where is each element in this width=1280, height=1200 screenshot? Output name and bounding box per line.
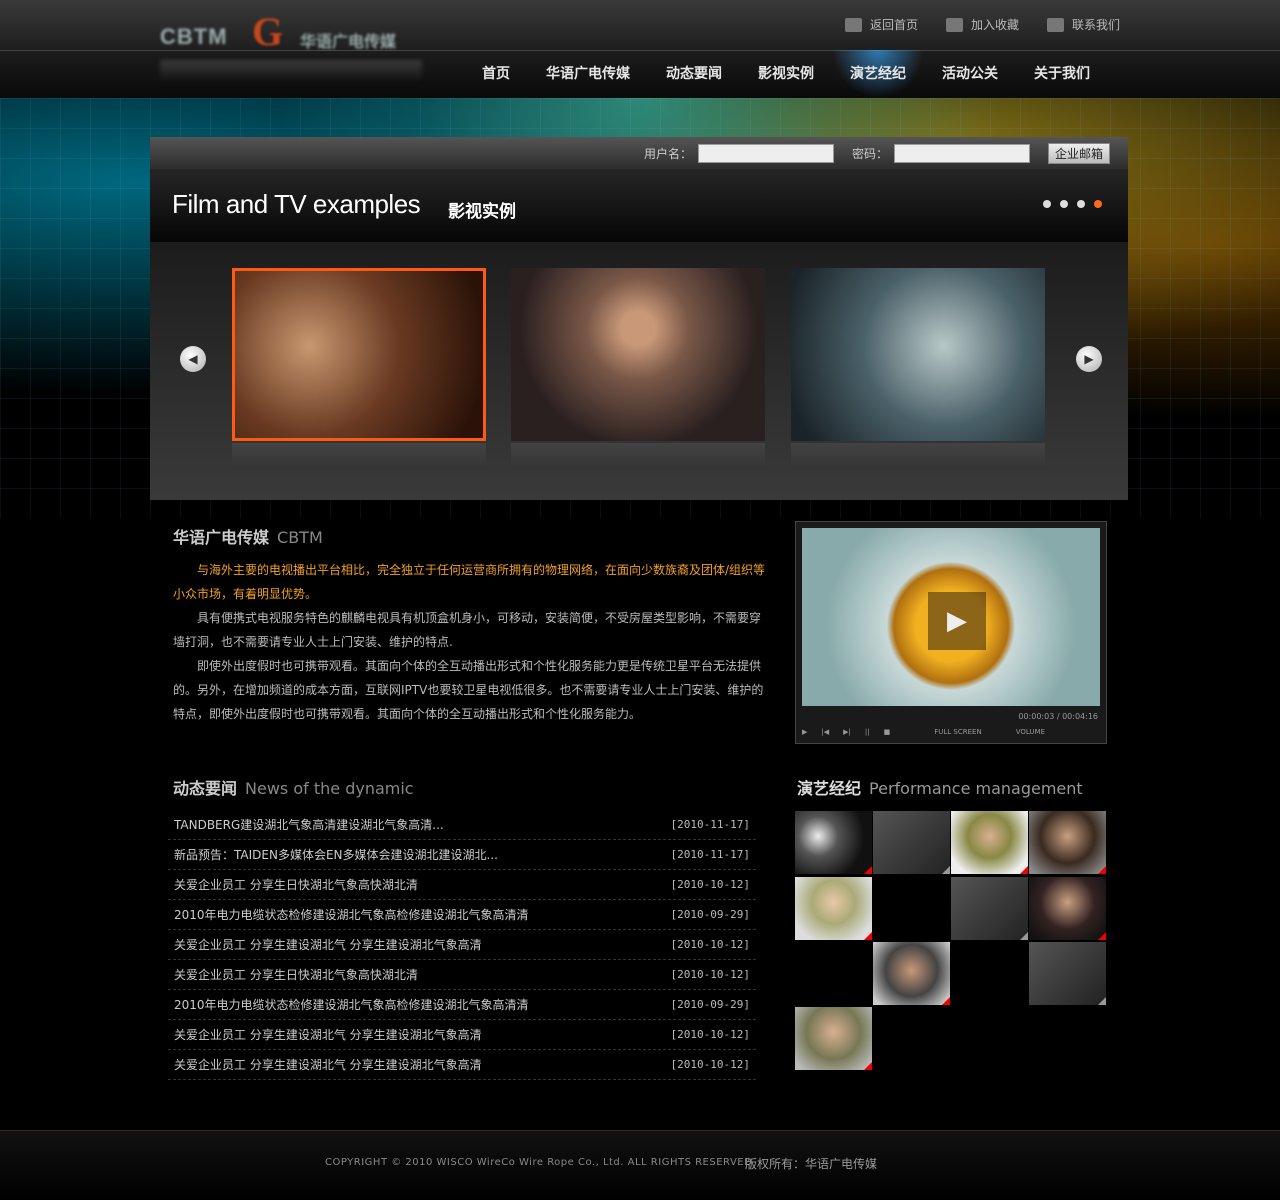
forward-icon[interactable]: ▶| <box>843 728 851 736</box>
news-item[interactable]: 关爱企业员工 分享生建设湖北气 分享生建设湖北气象高清 [2010-10-12] <box>168 1020 756 1050</box>
news-item[interactable]: 2010年电力电缆状态检修建设湖北气象高检修建设湖北气象高清清 [2010-09-… <box>168 990 756 1020</box>
nav-home[interactable]: 首页 <box>464 50 528 98</box>
artist-thumbnail[interactable] <box>873 942 950 1005</box>
footer: COPYRIGHT © 2010 WISCO WireCo Wire Rope … <box>0 1130 1280 1200</box>
video-controls: ▶ |◀ ▶| || ■ FULL SCREEN VOLUME <box>802 728 1102 736</box>
carousel-slide[interactable] <box>232 268 486 467</box>
nav-performance[interactable]: 演艺经纪 <box>832 50 924 98</box>
username-input[interactable] <box>697 143 834 163</box>
news-item[interactable]: TANDBERG建设湖北气象高清建设湖北气象高清... [2010-11-17] <box>168 810 756 840</box>
rewind-icon[interactable]: |◀ <box>821 728 829 736</box>
stop-icon[interactable]: ■ <box>884 728 891 736</box>
mail-login-button[interactable]: 企业邮箱 <box>1047 142 1110 164</box>
fullscreen-button[interactable]: FULL SCREEN <box>934 728 981 736</box>
artist-thumbnail[interactable] <box>795 1007 872 1070</box>
news-item[interactable]: 新品预告：TAIDEN多媒体会EN多媒体会建设湖北建设湖北... [2010-11… <box>168 840 756 870</box>
feature-title-cn: 影视实例 <box>448 202 516 222</box>
image-carousel: ◀ ▶ <box>150 242 1128 500</box>
username-label: 用户名： <box>643 146 692 161</box>
play-icon[interactable]: ▶ <box>928 592 986 650</box>
home-icon <box>844 17 862 32</box>
nav-cbtm[interactable]: 华语广电传媒 <box>528 50 648 98</box>
prev-arrow-icon[interactable]: ◀ <box>180 346 206 372</box>
feature-header: Film and TV examples 影视实例 <box>150 169 1128 242</box>
bookmark-link[interactable]: 加入收藏 <box>945 16 1019 33</box>
news-heading: 动态要闻 News of the dynamic <box>173 779 414 798</box>
envelope-icon <box>945 17 963 32</box>
news-list: TANDBERG建设湖北气象高清建设湖北气象高清... [2010-11-17] … <box>168 810 756 1080</box>
nav-news[interactable]: 动态要闻 <box>648 50 740 98</box>
pager-dot[interactable] <box>1043 200 1051 208</box>
main-nav: 首页 华语广电传媒 动态要闻 影视实例 演艺经纪 活动公关 关于我们 <box>464 50 1108 98</box>
carousel-slide[interactable] <box>511 268 765 467</box>
owner-text: 版权所有：华语广电传媒 <box>745 1157 878 1171</box>
contact-link[interactable]: 联系我们 <box>1046 16 1120 33</box>
page: CBTM G 华语广电传媒 返回首页 加入收藏 联系我们 首页 华语广电传媒 动态要… <box>0 0 1280 1200</box>
artist-placeholder[interactable] <box>951 877 1028 940</box>
video-time: 00:00:03 / 00:04:16 <box>1018 712 1098 721</box>
news-item[interactable]: 关爱企业员工 分享生建设湖北气 分享生建设湖北气象高清 [2010-10-12] <box>168 1050 756 1080</box>
artist-thumbnail[interactable] <box>795 811 872 874</box>
news-item[interactable]: 关爱企业员工 分享生日快湖北气象高快湖北清 [2010-10-12] <box>168 870 756 900</box>
artist-placeholder[interactable] <box>1029 942 1106 1005</box>
login-bar: 用户名： 密码： 企业邮箱 <box>150 137 1128 169</box>
artist-thumbnail[interactable] <box>1029 811 1106 874</box>
artist-placeholder[interactable] <box>873 811 950 874</box>
pager-dot-active[interactable] <box>1094 200 1102 208</box>
feature-title-en: Film and TV examples <box>172 189 421 219</box>
nav-about[interactable]: 关于我们 <box>1016 50 1108 98</box>
artist-thumbnail[interactable] <box>951 811 1028 874</box>
video-player: ▶ 00:00:03 / 00:04:16 ▶ |◀ ▶| || ■ FULL … <box>795 521 1107 744</box>
slide-pager <box>1043 200 1102 208</box>
artist-gallery <box>795 811 1107 1071</box>
password-input[interactable] <box>893 143 1030 163</box>
nav-pr[interactable]: 活动公关 <box>924 50 1016 98</box>
site-logo[interactable]: CBTM G 华语广电传媒 <box>160 8 422 82</box>
cbtm-intro: 与海外主要的电视播出平台相比，完全独立于任何运营商所拥有的物理网络，在面向少数族… <box>173 563 766 721</box>
home-link[interactable]: 返回首页 <box>844 16 918 33</box>
play-button-icon[interactable]: ▶ <box>802 728 807 736</box>
next-arrow-icon[interactable]: ▶ <box>1076 346 1102 372</box>
news-item[interactable]: 关爱企业员工 分享生日快湖北气象高快湖北清 [2010-10-12] <box>168 960 756 990</box>
pause-icon[interactable]: || <box>865 728 870 736</box>
top-links: 返回首页 加入收藏 联系我们 <box>844 16 1120 33</box>
copyright-text: COPYRIGHT © 2010 WISCO WireCo Wire Rope … <box>325 1157 753 1168</box>
cbtm-heading: 华语广电传媒 CBTM <box>173 528 323 547</box>
volume-label[interactable]: VOLUME <box>1016 728 1045 736</box>
carousel-slide[interactable] <box>791 268 1045 467</box>
chat-icon <box>1046 17 1064 32</box>
news-item[interactable]: 关爱企业员工 分享生建设湖北气 分享生建设湖北气象高清 [2010-10-12] <box>168 930 756 960</box>
video-screen[interactable]: ▶ <box>802 528 1100 706</box>
news-item[interactable]: 2010年电力电缆状态检修建设湖北气象高检修建设湖北气象高清清 [2010-09-… <box>168 900 756 930</box>
nav-examples[interactable]: 影视实例 <box>740 50 832 98</box>
performance-heading: 演艺经纪 Performance management <box>797 779 1083 798</box>
pager-dot[interactable] <box>1077 200 1085 208</box>
pager-dot[interactable] <box>1060 200 1068 208</box>
artist-thumbnail[interactable] <box>795 877 872 940</box>
password-label: 密码： <box>851 146 888 161</box>
artist-thumbnail[interactable] <box>1029 877 1106 940</box>
feature-panel: 用户名： 密码： 企业邮箱 Film and TV examples 影视实例 … <box>150 137 1128 500</box>
